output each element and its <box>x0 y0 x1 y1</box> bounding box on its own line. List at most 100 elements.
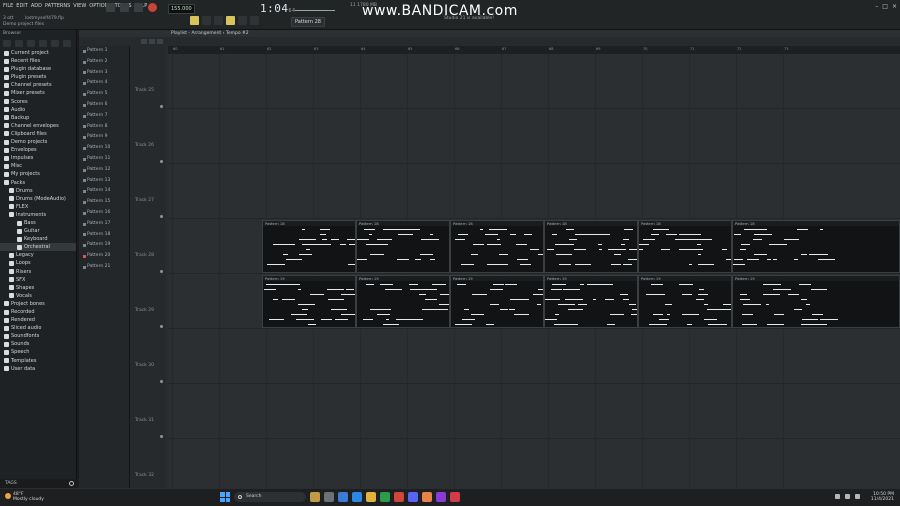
track-mute-led[interactable] <box>160 270 163 273</box>
pattern-item[interactable]: Pattern 5 <box>79 89 129 100</box>
pattern-clip[interactable]: Pattern 18 <box>732 220 900 273</box>
browser-item[interactable]: Plugin presets <box>0 73 76 81</box>
pattern-item[interactable]: Pattern 20 <box>79 251 129 262</box>
track-label[interactable]: Track 30 <box>135 363 154 368</box>
slice-tool-icon[interactable] <box>214 16 223 25</box>
track-label[interactable]: Track 31 <box>135 418 154 423</box>
play-icon[interactable] <box>120 3 129 12</box>
wifi-icon[interactable] <box>845 494 850 499</box>
browser-item[interactable]: Demo projects <box>0 138 76 146</box>
browser-item[interactable]: Loops <box>0 259 76 267</box>
browser-item[interactable]: Envelopes <box>0 146 76 154</box>
track-mute-led[interactable] <box>160 160 163 163</box>
track-row[interactable] <box>168 164 900 219</box>
search-icon[interactable] <box>69 481 74 486</box>
browser-item[interactable]: Risers <box>0 268 76 276</box>
browser-item[interactable]: Drums (ModeAudio) <box>0 195 76 203</box>
pattern-item[interactable]: Pattern 9 <box>79 132 129 143</box>
file-explorer-icon[interactable] <box>366 492 376 502</box>
browser-item[interactable]: Project bones <box>0 300 76 308</box>
pattern-clip[interactable]: Pattern 18 <box>638 220 732 273</box>
browser-item[interactable]: Mixer presets <box>0 89 76 97</box>
pattern-clip[interactable]: Pattern 19 <box>732 275 900 328</box>
browser-item[interactable]: Keyboard <box>0 235 76 243</box>
menu-patterns[interactable]: PATTERNS <box>45 3 70 9</box>
pattern-item[interactable]: Pattern 19 <box>79 240 129 251</box>
pattern-clip[interactable]: Pattern 19 <box>356 275 450 328</box>
pattern-item[interactable]: Pattern 2 <box>79 57 129 68</box>
browser-item[interactable]: Guitar <box>0 227 76 235</box>
pattern-item[interactable]: Pattern 12 <box>79 165 129 176</box>
volume-icon[interactable] <box>855 494 860 499</box>
snap-icon[interactable] <box>226 16 235 25</box>
pattern-item[interactable]: Pattern 15 <box>79 197 129 208</box>
browser-item[interactable]: FLEX <box>0 203 76 211</box>
browser-item[interactable]: Sounds <box>0 340 76 348</box>
fl-studio-icon[interactable] <box>422 492 432 502</box>
track-label[interactable]: Track 32 <box>135 473 154 478</box>
pattern-item[interactable]: Pattern 4 <box>79 78 129 89</box>
pattern-clip[interactable]: Pattern 19 <box>262 275 356 328</box>
menu-file[interactable]: FILE <box>3 3 13 9</box>
browser-back-icon[interactable] <box>15 39 23 47</box>
menu-add[interactable]: ADD <box>31 3 42 9</box>
windows-start-icon[interactable] <box>220 492 230 502</box>
playlist-zoom-icon[interactable] <box>157 39 163 44</box>
browser-item[interactable]: Channel presets <box>0 81 76 89</box>
playlist-paint-icon[interactable] <box>149 39 155 44</box>
pattern-item[interactable]: Pattern 13 <box>79 176 129 187</box>
pattern-item[interactable]: Pattern 6 <box>79 100 129 111</box>
track-label[interactable]: Track 25 <box>135 88 154 93</box>
browser-item[interactable]: Soundfonts <box>0 332 76 340</box>
pattern-song-toggle[interactable] <box>106 3 115 12</box>
pencil-tool-icon[interactable] <box>190 16 199 25</box>
chrome-icon[interactable] <box>394 492 404 502</box>
track-mute-led[interactable] <box>160 215 163 218</box>
pattern-clip[interactable]: Pattern 18 <box>450 220 544 273</box>
browser-item[interactable]: Recorded <box>0 308 76 316</box>
browser-item[interactable]: Current project <box>0 49 76 57</box>
stop-icon[interactable] <box>134 3 143 12</box>
update-notice[interactable]: Studio 21 is available! <box>444 16 494 21</box>
browser-item[interactable]: User data <box>0 365 76 373</box>
pattern-item[interactable]: Pattern 14 <box>79 186 129 197</box>
pattern-item[interactable]: Pattern 1 <box>79 46 129 57</box>
browser-item[interactable]: Audio <box>0 106 76 114</box>
browser-item[interactable]: Drums <box>0 187 76 195</box>
track-row[interactable] <box>168 109 900 164</box>
magnet-icon[interactable] <box>238 16 247 25</box>
browser-item[interactable]: Sliced audio <box>0 324 76 332</box>
pattern-selector[interactable]: Pattern 28 <box>291 17 325 27</box>
settings-icon[interactable] <box>338 492 348 502</box>
timeline-ruler[interactable]: 60 61 62 63 64 65 66 67 68 69 70 71 72 73 <box>168 46 900 54</box>
maximize-icon[interactable]: □ <box>882 3 888 10</box>
pattern-item[interactable]: Pattern 10 <box>79 143 129 154</box>
browser-item[interactable]: Templates <box>0 357 76 365</box>
browser-star-icon[interactable] <box>63 39 71 47</box>
pattern-item[interactable]: Pattern 18 <box>79 230 129 241</box>
track-row[interactable] <box>168 439 900 488</box>
pattern-item[interactable]: Pattern 7 <box>79 111 129 122</box>
browser-search-icon[interactable] <box>39 39 47 47</box>
pattern-clip[interactable]: Pattern 18 <box>262 220 356 273</box>
browser-item[interactable]: My projects <box>0 170 76 178</box>
menu-edit[interactable]: EDIT <box>16 3 28 9</box>
track-label[interactable]: Track 27 <box>135 198 154 203</box>
track-mute-led[interactable] <box>160 105 163 108</box>
tempo-display[interactable]: 155.000 <box>168 4 195 14</box>
browser-item[interactable]: Clipboard files <box>0 130 76 138</box>
close-icon[interactable]: × <box>892 3 897 10</box>
browser-collapse-icon[interactable] <box>27 39 35 47</box>
widget-app-icon[interactable] <box>310 492 320 502</box>
pattern-item[interactable]: Pattern 16 <box>79 208 129 219</box>
pattern-item[interactable]: Pattern 17 <box>79 219 129 230</box>
line-mode-icon[interactable] <box>250 16 259 25</box>
taskbar-search[interactable]: Search <box>234 492 306 502</box>
track-mute-led[interactable] <box>160 435 163 438</box>
track-mute-led[interactable] <box>160 325 163 328</box>
paint-tool-icon[interactable] <box>202 16 211 25</box>
pattern-clip[interactable]: Pattern 18 <box>356 220 450 273</box>
browser-item[interactable]: SFX <box>0 276 76 284</box>
browser-item[interactable]: Backup <box>0 114 76 122</box>
discord-icon[interactable] <box>408 492 418 502</box>
